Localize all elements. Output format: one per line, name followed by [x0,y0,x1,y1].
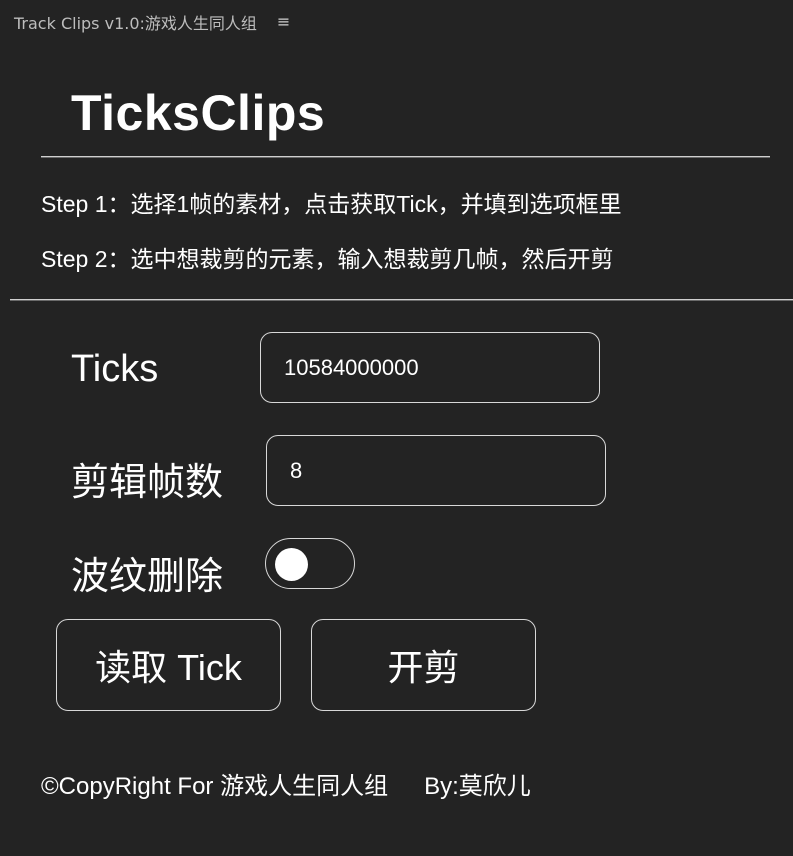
ripple-delete-label: 波纹删除 [71,556,224,598]
author-text: By:莫欣儿 [424,773,531,800]
ticks-label: Ticks [71,348,159,390]
window-title: Track Clips v1.0:游戏人生同人组 [14,14,257,33]
copyright-text: ©CopyRight For 游戏人生同人组 [41,773,389,800]
divider [10,299,793,301]
ticks-input[interactable]: 10584000000 [260,332,600,403]
ticks-input-value: 10584000000 [284,354,419,380]
panel: Track Clips v1.0:游戏人生同人组 ≡ TicksClips St… [0,0,793,856]
title-bar: Track Clips v1.0:游戏人生同人组 ≡ [14,10,290,34]
ripple-delete-toggle[interactable] [265,538,355,589]
frames-input[interactable]: 8 [266,435,606,506]
frames-input-value: 8 [290,457,303,483]
cut-button[interactable]: 开剪 [311,619,536,711]
step-1-instruction: Step 1：选择1帧的素材，点击获取Tick，并填到选项框里 [41,191,622,217]
divider [41,156,770,158]
frames-label: 剪辑帧数 [71,462,224,504]
hamburger-menu-icon[interactable]: ≡ [277,14,290,30]
read-tick-button[interactable]: 读取 Tick [56,619,281,711]
toggle-knob [275,548,308,581]
step-2-instruction: Step 2：选中想裁剪的元素，输入想裁剪几帧，然后开剪 [41,246,614,272]
page-title: TicksClips [71,85,326,141]
footer: ©CopyRight For 游戏人生同人组 By:莫欣儿 [41,766,531,801]
